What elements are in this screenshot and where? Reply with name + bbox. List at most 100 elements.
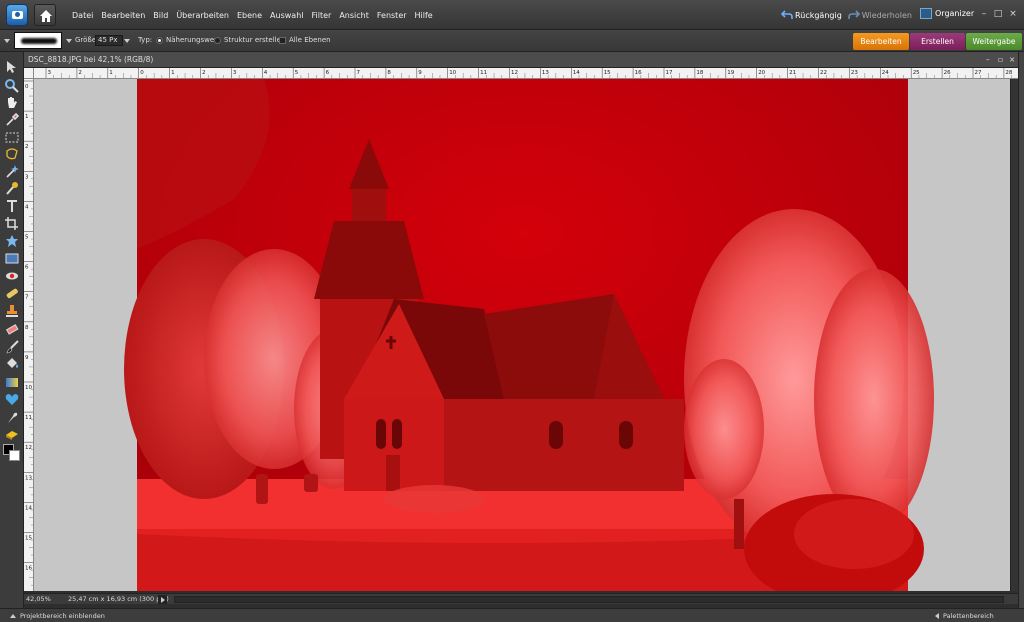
organizer-label: Organizer [935,9,975,18]
move-tool-icon[interactable] [4,60,20,75]
ruler-top-label: 2 [78,70,82,76]
brush-preview[interactable] [14,32,62,49]
ruler-left-label: 0 [25,84,29,90]
menu-hilfe[interactable]: Hilfe [415,11,433,20]
ruler-top-label: 3 [48,70,52,76]
ruler-left-label: 2 [25,144,29,150]
minimize-icon[interactable]: – [979,9,989,19]
organizer-button[interactable]: Organizer [920,8,974,19]
eraser-icon[interactable] [4,322,20,337]
menu-bearbeiten[interactable]: Bearbeiten [101,11,145,20]
ruler-left-label: 13 [25,475,32,481]
photo-canvas[interactable] [34,79,1010,591]
eyedropper-icon[interactable] [4,112,20,127]
tab-bearbeiten[interactable]: Bearbeiten [853,33,909,50]
ruler-left-label: 14 [25,505,32,511]
crop-tool-icon[interactable] [4,216,20,231]
home-icon [40,10,52,22]
menu-auswahl[interactable]: Auswahl [270,11,303,20]
undo-redo-area: Rückgängig Wiederholen [775,0,912,30]
doc-minimize-icon[interactable]: – [986,55,990,64]
radio-naeherungswert[interactable] [156,37,163,44]
horizontal-scrollbar[interactable] [174,596,1004,603]
doc-restore-icon[interactable]: ▫ [998,55,1003,64]
brush-dropdown-icon[interactable] [66,39,72,43]
menu-ansicht[interactable]: Ansicht [339,11,369,20]
clone-stamp-icon[interactable] [4,304,20,319]
sponge-tool-icon[interactable] [4,427,20,442]
zoom-value[interactable]: 42,05% [26,595,62,604]
brush-icon[interactable] [4,340,20,355]
menu-filter[interactable]: Filter [312,11,332,20]
shape-tool-icon[interactable] [4,392,20,407]
marquee-tool-icon[interactable] [4,130,20,145]
straighten-tool-icon[interactable] [4,251,20,266]
radio-struktur[interactable] [214,37,221,44]
show-project-bin-button[interactable]: Projektbereich einblenden [10,612,105,620]
ruler-top-label: 24 [882,70,889,76]
ruler-top-label: 8 [387,70,391,76]
type-tool-icon[interactable] [4,199,20,214]
ruler-left-label: 16 [25,566,32,572]
document-title-bar: DSC_8818.JPG bei 42,1% (RGB/8) – ▫ × [24,52,1018,68]
paint-bucket-icon[interactable] [4,357,20,372]
main-menu: Datei Bearbeiten Bild Überarbeiten Ebene… [72,0,441,30]
gradient-icon[interactable] [4,375,20,390]
ruler-left-label: 9 [25,355,29,361]
tab-erstellen[interactable]: Erstellen [910,33,965,50]
size-slider-icon[interactable] [124,39,130,43]
vertical-scrollbar[interactable] [1010,79,1018,591]
color-swatches[interactable] [3,444,21,462]
photo-image [124,79,934,591]
redo-button[interactable]: Wiederholen [847,10,912,20]
ruler-top-label: 1 [171,70,175,76]
quick-selection-icon[interactable] [4,181,20,196]
home-button[interactable] [34,4,56,26]
ruler-top-label: 9 [418,70,422,76]
background-color[interactable] [9,450,20,461]
maximize-icon[interactable]: □ [993,9,1003,19]
size-input[interactable]: 45 Px [95,35,123,46]
menu-bild[interactable]: Bild [153,11,168,20]
smudge-tool-icon[interactable] [4,410,20,425]
options-bar: Größe: 45 Px Typ: Näherungswert Struktur… [0,30,1024,52]
tab-weitergabe[interactable]: Weitergabe [966,33,1022,50]
palette-collapse-edge[interactable] [1018,52,1024,608]
ruler-top-label: 19 [727,70,734,76]
status-menu-arrow-icon[interactable] [158,595,167,604]
app-logo-icon[interactable] [6,4,28,26]
canvas-area[interactable] [34,79,1010,591]
hand-tool-icon[interactable] [4,95,20,110]
palette-bin-button[interactable]: Palettenbereich [935,612,994,620]
document-window: DSC_8818.JPG bei 42,1% (RGB/8) – ▫ × 3 2 1… [24,52,1018,608]
menu-ueberarbeiten[interactable]: Überarbeiten [176,11,229,20]
bottom-bar: Projektbereich einblenden Palettenbereic… [0,608,1024,622]
ruler-left-label: 6 [25,265,29,271]
ruler-top-label: 6 [326,70,330,76]
ruler-top-label: 17 [666,70,673,76]
red-eye-icon[interactable] [4,269,20,284]
ruler-vertical: 01234567891011121314151617 [24,79,34,591]
doc-close-icon[interactable]: × [1009,55,1015,64]
lasso-tool-icon[interactable] [4,147,20,162]
ruler-top-label: 16 [635,70,642,76]
ruler-left-label: 1 [25,114,29,120]
close-icon[interactable]: × [1008,9,1018,19]
radio-naeherungswert-label: Näherungswert [166,36,220,44]
zoom-tool-icon[interactable] [4,78,20,93]
ruler-top-label: 13 [542,70,549,76]
show-project-bin-label: Projektbereich einblenden [20,612,105,620]
tool-preset-dropdown-icon[interactable] [4,39,10,43]
undo-icon [781,10,793,19]
checkbox-alle-ebenen[interactable] [279,37,286,44]
ruler-top-label: 11 [480,70,487,76]
organizer-icon [920,8,932,19]
cookie-cutter-icon[interactable] [4,234,20,249]
spot-healing-brush-icon[interactable] [4,286,20,301]
menu-fenster[interactable]: Fenster [377,11,407,20]
menu-datei[interactable]: Datei [72,11,93,20]
undo-button[interactable]: Rückgängig [781,10,842,20]
magic-wand-icon[interactable] [4,164,20,179]
menu-ebene[interactable]: Ebene [237,11,262,20]
palette-bin-label: Palettenbereich [943,612,994,620]
